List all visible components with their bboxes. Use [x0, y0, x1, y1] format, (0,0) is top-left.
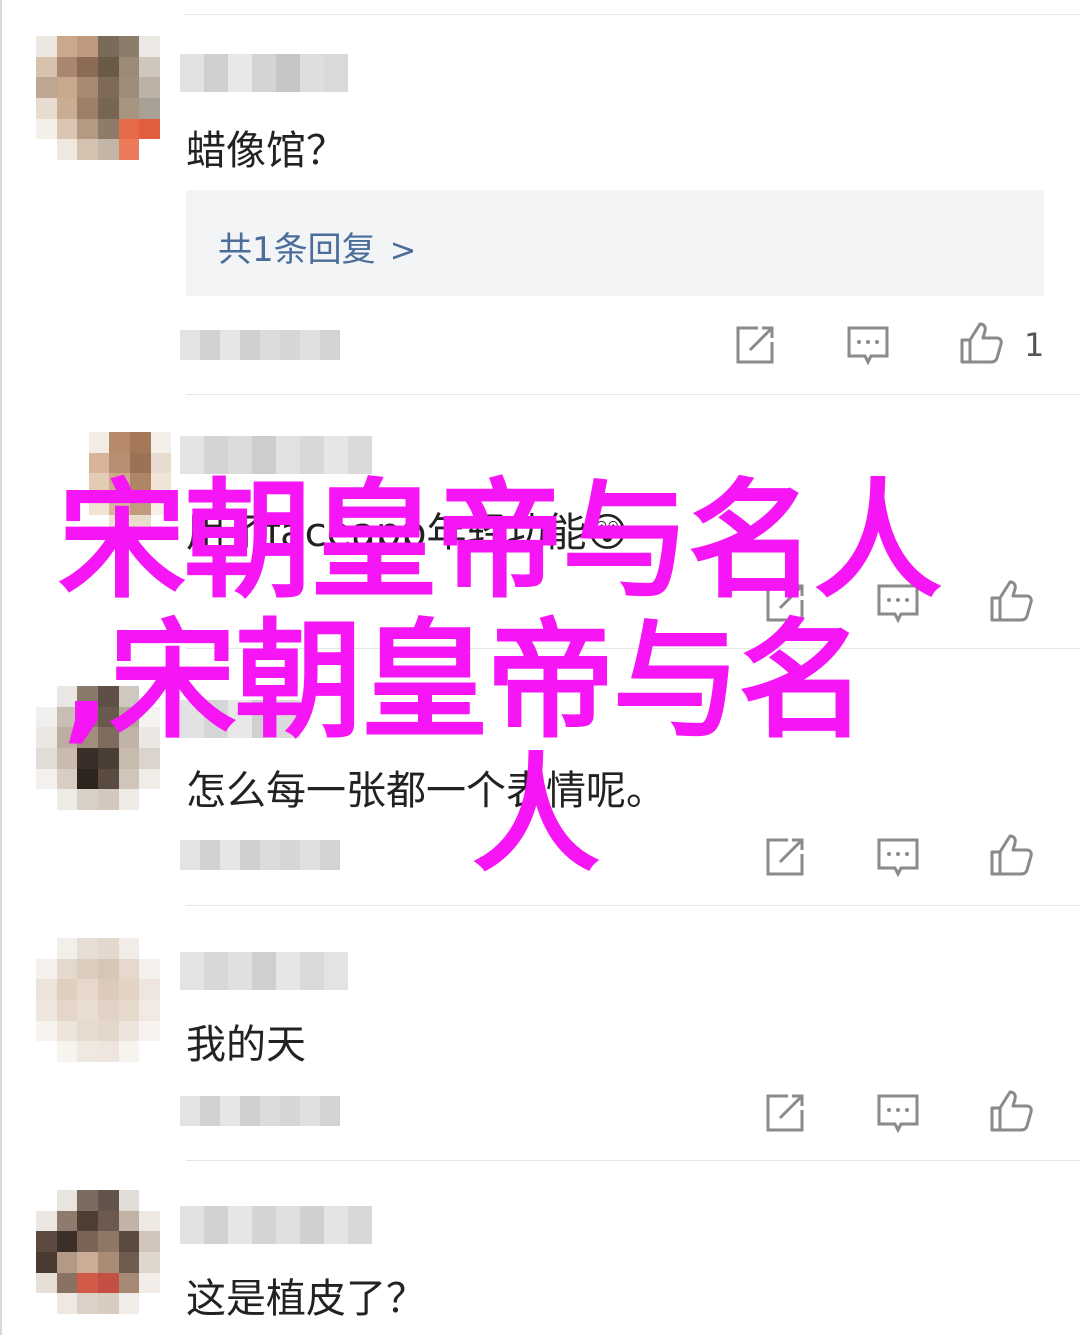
reply-box: 共1条回复 >: [186, 190, 1044, 296]
divider: [186, 905, 1080, 906]
comment-text: 怎么每一张都一个表情呢。: [186, 768, 666, 814]
share-icon[interactable]: [762, 834, 808, 880]
top-divider: [185, 14, 1080, 15]
comment-text: 这是植皮了？: [186, 1276, 426, 1322]
view-replies-link[interactable]: 共1条回复 >: [218, 222, 416, 271]
avatar[interactable]: [36, 36, 160, 160]
comment-text: 蜡像馆？: [186, 128, 346, 174]
thumbs-up-icon[interactable]: [988, 1088, 1034, 1134]
comment-icon[interactable]: [875, 1090, 921, 1136]
reply-count-label: 共1条回复: [218, 230, 376, 270]
username-pixelated[interactable]: [180, 54, 348, 92]
timestamp-pixelated: [180, 1096, 340, 1126]
thumbs-up-icon[interactable]: [958, 320, 1004, 366]
share-icon[interactable]: [762, 580, 808, 626]
divider: [186, 394, 1080, 395]
divider: [186, 648, 1080, 649]
chevron-right-icon: >: [389, 231, 417, 269]
comment-icon[interactable]: [845, 322, 891, 368]
left-edge: [0, 0, 2, 1335]
avatar[interactable]: [36, 1190, 160, 1314]
username-pixelated[interactable]: [180, 1206, 372, 1244]
avatar[interactable]: [36, 938, 160, 1062]
comment-text: 用了faceapp年轻功能😲: [186, 510, 629, 556]
comment-icon[interactable]: [875, 834, 921, 880]
comment-text: 我的天: [186, 1022, 306, 1068]
thumbs-up-icon[interactable]: [988, 832, 1034, 878]
username-pixelated[interactable]: [180, 700, 300, 738]
like-count: 1: [1024, 326, 1045, 364]
share-icon[interactable]: [762, 1090, 808, 1136]
username-pixelated[interactable]: [180, 952, 348, 990]
avatar[interactable]: [36, 686, 160, 810]
thumbs-up-icon[interactable]: [988, 578, 1034, 624]
timestamp-pixelated: [180, 840, 340, 870]
timestamp-pixelated: [180, 330, 340, 360]
share-icon[interactable]: [732, 322, 778, 368]
comment-icon[interactable]: [875, 580, 921, 626]
avatar[interactable]: [68, 432, 192, 556]
divider: [186, 1160, 1080, 1161]
username-pixelated[interactable]: [180, 436, 372, 474]
